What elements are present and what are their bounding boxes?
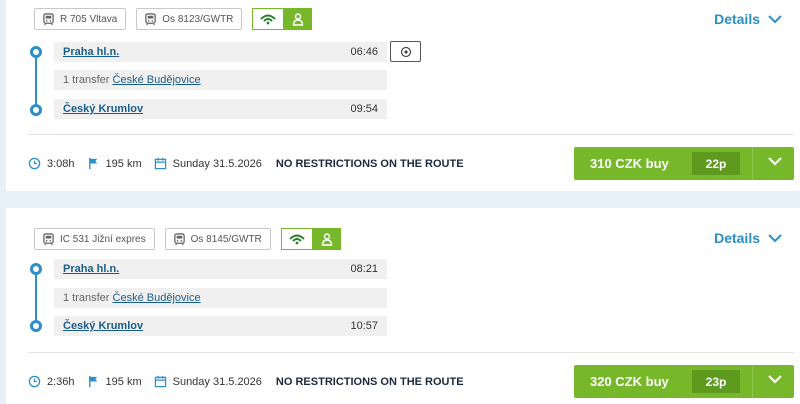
divider: [28, 134, 794, 135]
person-icon: [284, 8, 313, 30]
transfer-count: 1 transfer: [63, 292, 110, 304]
calendar-icon: [154, 375, 166, 388]
restriction-text: NO RESTRICTIONS ON THE ROUTE: [275, 375, 464, 388]
button-separator: [752, 365, 753, 398]
arrival-time: 09:54: [350, 103, 378, 115]
train-icon: [173, 232, 185, 245]
distance-value: 195 km: [105, 157, 142, 170]
details-toggle[interactable]: Details: [714, 230, 782, 246]
departure-dot: [30, 263, 42, 275]
route-line: [35, 268, 37, 326]
calendar-icon: [154, 157, 166, 170]
train-chip[interactable]: IC 531 Jižní expres: [34, 228, 155, 250]
duration: 2:36h: [28, 375, 75, 388]
chevron-down-icon: [768, 233, 782, 242]
connection-card: R 705 Vltava Os 8123/GWTR Details Praha …: [6, 0, 800, 191]
train-chip[interactable]: Os 8145/GWTR: [164, 228, 271, 250]
departure-station-link[interactable]: Praha hl.n.: [63, 263, 119, 275]
arrival-row: Český Krumlov 09:54: [54, 99, 387, 119]
arrival-dot: [30, 104, 42, 116]
connection-info: 3:08h 195 km Sunday 31.5.2026 NO RESTRIC…: [28, 157, 464, 170]
date-value: Sunday 31.5.2026: [172, 157, 262, 170]
amenities: [252, 8, 313, 30]
train-name: IC 531 Jižní expres: [60, 233, 146, 245]
buy-button[interactable]: 320 CZK buy 23p: [574, 365, 794, 398]
train-chip[interactable]: R 705 Vltava: [34, 8, 127, 30]
train-icon: [43, 232, 54, 245]
connection-info: 2:36h 195 km Sunday 31.5.2026 NO RESTRIC…: [28, 375, 464, 388]
date: Sunday 31.5.2026: [154, 157, 262, 170]
train-chip[interactable]: Os 8123/GWTR: [136, 8, 243, 30]
seats-badge: 23p: [692, 370, 740, 393]
departure-time: 08:21: [350, 263, 378, 275]
divider: [28, 352, 794, 353]
price-label: 320 CZK buy: [590, 374, 669, 389]
transfer-info: 1 transfer České Budějovice: [63, 292, 201, 304]
train-icon: [145, 12, 157, 25]
details-toggle[interactable]: Details: [714, 11, 782, 27]
arrival-station-link[interactable]: Český Krumlov: [63, 320, 143, 332]
train-chips: IC 531 Jižní expres Os 8145/GWTR: [34, 228, 341, 250]
train-name: R 705 Vltava: [60, 13, 118, 25]
flag-icon: [88, 375, 97, 388]
arrival-time: 10:57: [350, 320, 378, 332]
wifi-icon: [252, 8, 285, 30]
departure-dot: [30, 46, 42, 58]
train-name: Os 8123/GWTR: [162, 13, 234, 25]
button-separator: [752, 147, 753, 180]
departure-row: Praha hl.n. 06:46: [54, 42, 387, 62]
departure-station-link[interactable]: Praha hl.n.: [63, 46, 119, 58]
chevron-down-icon[interactable]: [768, 157, 782, 166]
transfer-row: 1 transfer České Budějovice: [54, 70, 387, 90]
duration-value: 3:08h: [47, 157, 75, 170]
departure-time: 06:46: [350, 46, 378, 58]
connection-card: IC 531 Jižní expres Os 8145/GWTR Details…: [6, 208, 800, 404]
transfer-count: 1 transfer: [63, 74, 110, 86]
map-button[interactable]: [390, 41, 421, 62]
train-name: Os 8145/GWTR: [190, 233, 262, 245]
date: Sunday 31.5.2026: [154, 375, 262, 388]
amenities: [280, 228, 341, 250]
train-icon: [43, 12, 54, 25]
chevron-down-icon: [768, 14, 782, 23]
transfer-row: 1 transfer České Budějovice: [54, 288, 387, 308]
route-line: [35, 52, 37, 110]
arrival-row: Český Krumlov 10:57: [54, 316, 387, 336]
map-icon: [400, 46, 411, 57]
details-label: Details: [714, 11, 760, 27]
transfer-station-link[interactable]: České Budějovice: [113, 74, 201, 86]
duration: 3:08h: [28, 157, 75, 170]
chevron-down-icon[interactable]: [768, 375, 782, 384]
wifi-icon: [280, 228, 313, 250]
distance-value: 195 km: [105, 375, 142, 388]
transfer-station-link[interactable]: České Budějovice: [113, 292, 201, 304]
person-icon: [312, 228, 341, 250]
price-label: 310 CZK buy: [590, 156, 669, 171]
clock-icon: [28, 375, 41, 388]
details-label: Details: [714, 230, 760, 246]
distance: 195 km: [87, 375, 142, 388]
date-value: Sunday 31.5.2026: [172, 375, 262, 388]
restriction-text: NO RESTRICTIONS ON THE ROUTE: [275, 157, 464, 170]
duration-value: 2:36h: [47, 375, 75, 388]
train-chips: R 705 Vltava Os 8123/GWTR: [34, 8, 313, 30]
distance: 195 km: [87, 157, 142, 170]
flag-icon: [88, 157, 97, 170]
buy-button[interactable]: 310 CZK buy 22p: [574, 147, 794, 180]
clock-icon: [28, 157, 41, 170]
arrival-dot: [30, 320, 42, 332]
transfer-info: 1 transfer České Budějovice: [63, 74, 201, 86]
seats-badge: 22p: [692, 152, 740, 175]
departure-row: Praha hl.n. 08:21: [54, 259, 387, 279]
arrival-station-link[interactable]: Český Krumlov: [63, 103, 143, 115]
